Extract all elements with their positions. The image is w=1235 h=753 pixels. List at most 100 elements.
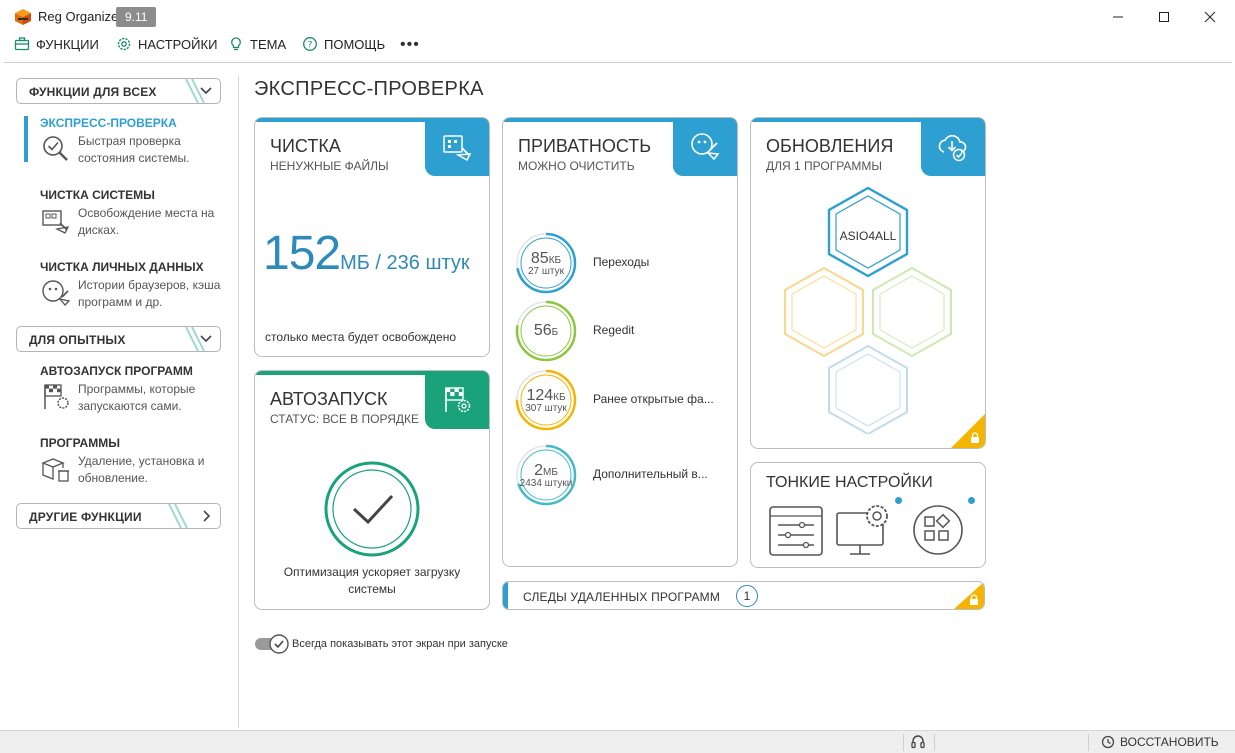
- active-indicator: [24, 116, 28, 162]
- privacy-label: Переходы: [593, 255, 650, 269]
- lock-icon: [971, 432, 979, 443]
- privacy-count: 27 штук: [528, 265, 564, 277]
- sidebar-item-desc: Быстрая проверка состояния системы.: [78, 134, 190, 165]
- page-title: ЭКСПРЕСС-ПРОВЕРКА: [254, 78, 484, 100]
- stripes-decoration: [168, 504, 188, 528]
- privacy-count: 2434 штуки: [519, 477, 573, 489]
- title-bar: Reg Organizer 9.11: [0, 0, 1235, 34]
- privacy-label: Дополнительный в...: [593, 467, 708, 481]
- card-tag: [921, 118, 985, 176]
- menu-theme[interactable]: ТЕМА: [228, 36, 286, 52]
- card-tag: [673, 118, 737, 176]
- show-on-start-label: Всегда показывать этот экран при запуске: [292, 638, 508, 650]
- updates-title: ОБНОВЛЕНИЯ: [766, 136, 894, 156]
- apps-grid-icon: [913, 505, 963, 555]
- section-other-functions[interactable]: ДРУГИЕ ФУНКЦИИ: [16, 503, 221, 529]
- chevron-down-icon: [200, 335, 212, 343]
- sidebar-item-desc: Истории браузеров, кэша программ и др.: [78, 278, 221, 309]
- section-functions-for-all-label: ФУНКЦИИ ДЛЯ ВСЕХ: [29, 85, 157, 99]
- cleanup-footer: столько места будет освобождено: [265, 330, 457, 344]
- menu-functions[interactable]: ФУНКЦИИ: [14, 36, 99, 52]
- menu-help-label: ПОМОЩЬ: [324, 36, 386, 52]
- sidebar-item-system-cleanup[interactable]: ЧИСТКА СИСТЕМЫ Освобождение места на дис…: [24, 188, 224, 238]
- privacy-card[interactable]: ПРИВАТНОСТЬ МОЖНО ОЧИСТИТЬ 85КБ 27 штук …: [502, 117, 738, 567]
- autorun-footer-line2: системы: [348, 582, 396, 596]
- sidebar-item-title: ПРОГРАММЫ: [40, 436, 120, 450]
- maximize-icon: [1159, 12, 1169, 22]
- updates-subtitle: ДЛЯ 1 ПРОГРАММЫ: [766, 159, 883, 173]
- privacy-value: 85: [530, 249, 549, 267]
- sidebar-item-autorun[interactable]: АВТОЗАПУСК ПРОГРАММ Программы, которые з…: [24, 364, 224, 414]
- menu-functions-label: ФУНКЦИИ: [36, 36, 99, 52]
- autorun-footer: Оптимизация ускоряет загрузку системы: [255, 564, 489, 598]
- cleanup-card[interactable]: ЧИСТКА НЕНУЖНЫЕ ФАЙЛЫ 152МБ / 236 штук с…: [254, 117, 490, 357]
- headset-support-icon[interactable]: [910, 734, 926, 750]
- checkered-flag-gear-icon: [445, 387, 471, 413]
- privacy-row-regedit[interactable]: 56Б Regedit: [513, 298, 737, 366]
- settings-list-icon: [769, 506, 823, 556]
- menu-settings[interactable]: НАСТРОЙКИ: [116, 36, 217, 52]
- privacy-value: 124: [526, 386, 554, 404]
- privacy-value: 2: [534, 461, 543, 479]
- section-advanced[interactable]: ДЛЯ ОПЫТНЫХ: [16, 326, 221, 352]
- window-title: Reg Organizer: [38, 9, 123, 24]
- tweaks-title: ТОНКИЕ НАСТРОЙКИ: [766, 474, 933, 491]
- menu-settings-label: НАСТРОЙКИ: [138, 36, 218, 52]
- cloud-download-check-icon: [938, 134, 967, 162]
- restore-button[interactable]: ВОССТАНОВИТЬ: [1101, 735, 1219, 749]
- version-badge: 9.11: [116, 7, 157, 27]
- sidebar-item-programs[interactable]: ПРОГРАММЫ Удаление, установка и обновлен…: [24, 436, 224, 486]
- checkered-flag-gear-icon: [44, 384, 69, 409]
- section-other-functions-label: ДРУГИЕ ФУНКЦИИ: [29, 510, 142, 524]
- cleanup-title: ЧИСТКА: [270, 136, 341, 156]
- autorun-card[interactable]: АВТОЗАПУСК СТАТУС: ВСЕ В ПОРЯДКЕ Оптимиз…: [254, 370, 490, 610]
- privacy-subtitle: МОЖНО ОЧИСТИТЬ: [518, 159, 635, 173]
- privacy-label: Ранее открытые фа...: [593, 392, 714, 406]
- leftovers-bar[interactable]: СЛЕДЫ УДАЛЕННЫХ ПРОГРАММ 1: [502, 581, 985, 610]
- privacy-count: 307 штук: [525, 402, 567, 414]
- status-separator: [1088, 734, 1089, 751]
- privacy-ring-text: 2МБ 2434 штуки: [513, 442, 579, 508]
- disk-cleanup-icon: [42, 210, 70, 234]
- privacy-row-transitions[interactable]: 85КБ 27 штук Переходы: [513, 230, 737, 298]
- sidebar-item-title: ЧИСТКА СИСТЕМЫ: [40, 188, 155, 202]
- card-tag: [425, 118, 489, 176]
- section-functions-for-all[interactable]: ФУНКЦИИ ДЛЯ ВСЕХ: [16, 78, 221, 104]
- menu-theme-label: ТЕМА: [250, 36, 287, 52]
- svg-text:?: ?: [308, 41, 313, 51]
- privacy-broom-icon: [691, 133, 720, 161]
- privacy-row-additional[interactable]: 2МБ 2434 штуки Дополнительный в...: [513, 442, 737, 510]
- toolbox-icon: [14, 37, 30, 51]
- menu-help[interactable]: ? ПОМОЩЬ: [302, 36, 385, 52]
- update-program-name: ASIO4ALL: [839, 229, 897, 243]
- close-button[interactable]: [1188, 4, 1232, 30]
- leftovers-accent: [503, 582, 508, 609]
- privacy-row-recent-files[interactable]: 124КБ 307 штук Ранее открытые фа...: [513, 367, 737, 435]
- close-icon: [1204, 11, 1216, 23]
- tweaks-card[interactable]: ТОНКИЕ НАСТРОЙКИ: [750, 462, 986, 568]
- sidebar-item-desc: Освобождение места на дисках.: [78, 206, 215, 237]
- section-advanced-label: ДЛЯ ОПЫТНЫХ: [29, 333, 126, 347]
- updates-card[interactable]: ОБНОВЛЕНИЯ ДЛЯ 1 ПРОГРАММЫ ASIO4ALL: [750, 117, 986, 449]
- privacy-ring-text: 56Б: [513, 298, 579, 364]
- privacy-title: ПРИВАТНОСТЬ: [518, 136, 652, 156]
- notification-dot: [895, 497, 902, 504]
- sidebar-item-privacy-cleanup[interactable]: ЧИСТКА ЛИЧНЫХ ДАННЫХ Истории браузеров, …: [24, 260, 224, 310]
- more-menu-button[interactable]: •••: [400, 36, 420, 54]
- disk-broom-icon: [443, 135, 472, 162]
- help-icon: ?: [303, 37, 317, 51]
- status-ok-check-icon: [324, 461, 420, 557]
- chevron-down-icon: [200, 87, 212, 95]
- privacy-broom-icon: [42, 280, 71, 306]
- box-trash-icon: [41, 458, 69, 482]
- card-tag: [425, 371, 489, 429]
- autorun-footer-line1: Оптимизация ускоряет загрузку: [283, 565, 461, 579]
- show-on-start-toggle[interactable]: [254, 633, 290, 655]
- minimize-button[interactable]: [1096, 4, 1140, 30]
- status-separator: [903, 734, 904, 751]
- minimize-icon: [1113, 16, 1123, 18]
- sidebar-item-express-check[interactable]: ЭКСПРЕСС-ПРОВЕРКА Быстрая проверка состо…: [24, 116, 224, 166]
- chevron-right-icon: [203, 510, 211, 522]
- maximize-button[interactable]: [1142, 4, 1186, 30]
- magnifier-check-icon: [43, 136, 68, 161]
